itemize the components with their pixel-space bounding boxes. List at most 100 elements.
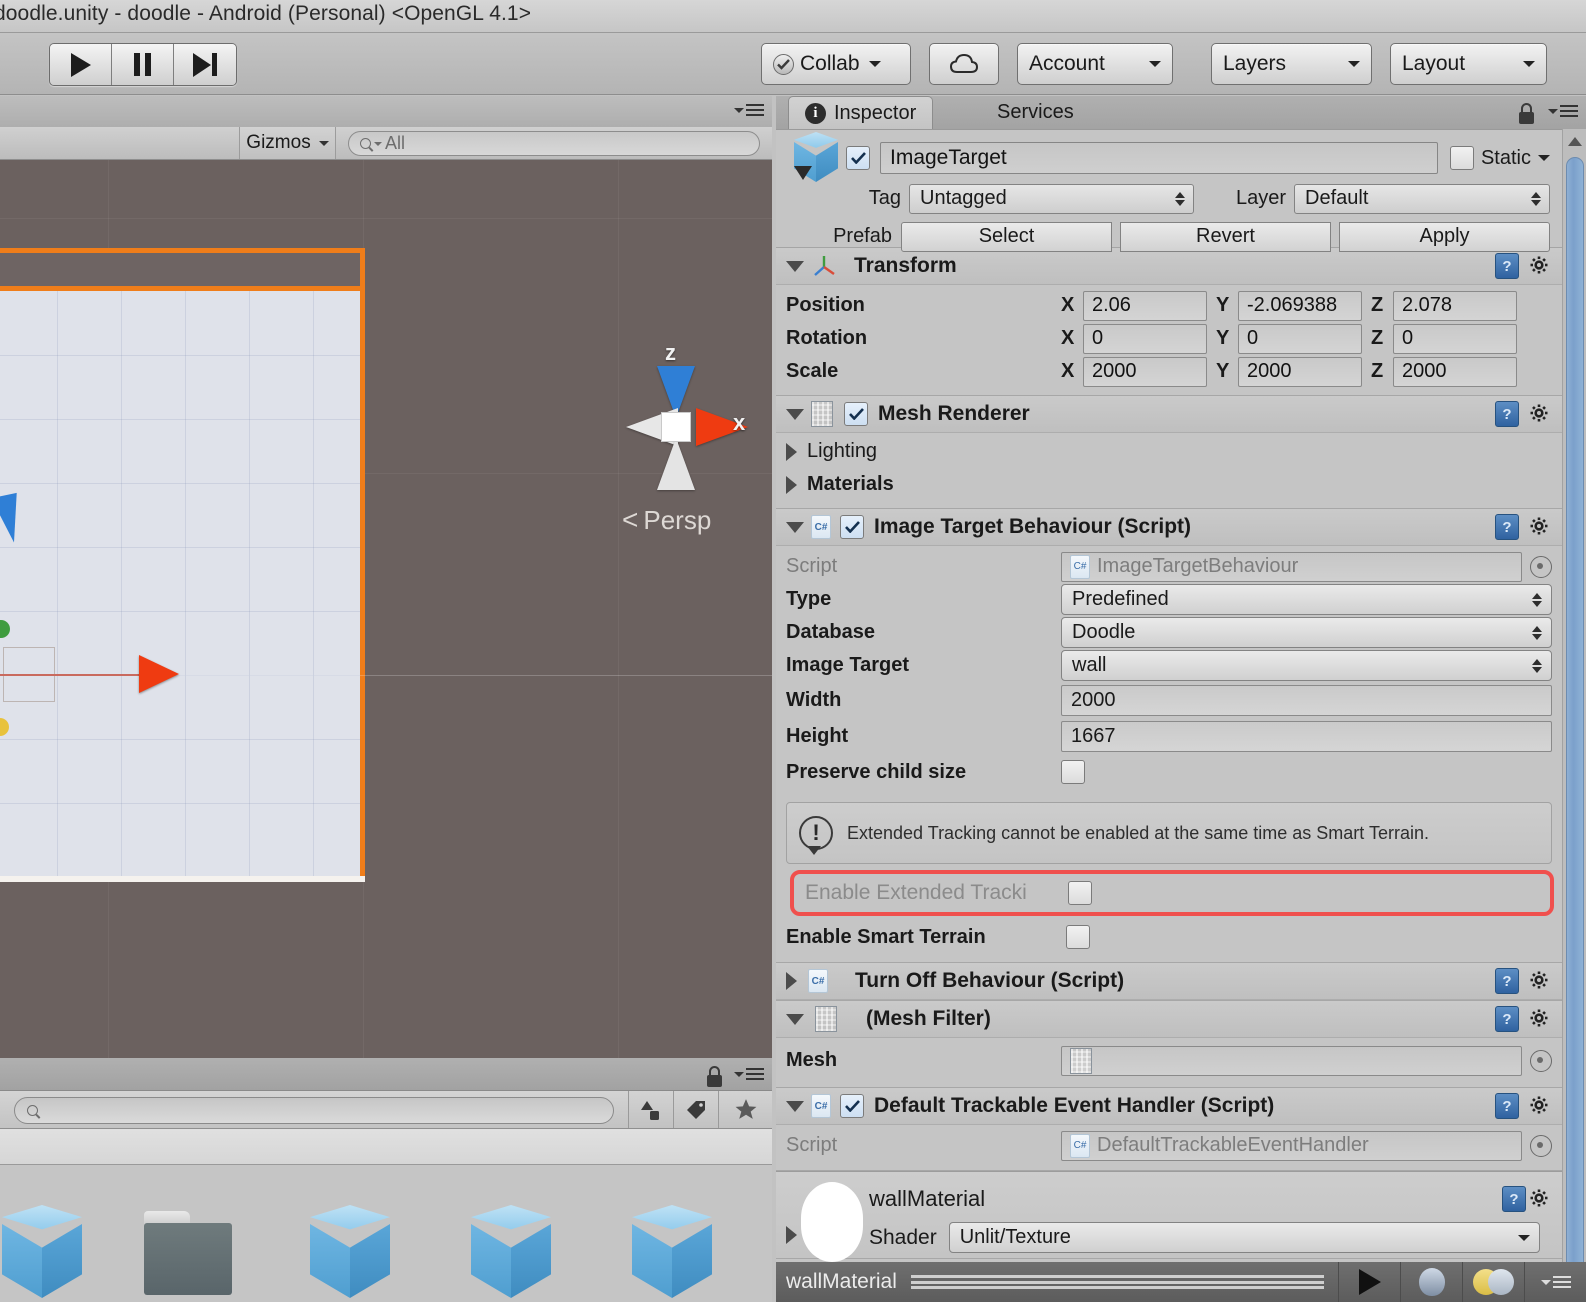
static-checkbox[interactable]: [1449, 146, 1474, 170]
layers-button[interactable]: Layers: [1211, 43, 1372, 85]
chevron-down-icon[interactable]: [786, 260, 804, 272]
inspector-lock-icon[interactable]: [1518, 103, 1536, 125]
label-filter-button[interactable]: [673, 1091, 717, 1128]
rotation-x-input[interactable]: 0: [1083, 323, 1207, 354]
layer-dropdown[interactable]: Default: [1294, 183, 1550, 214]
inspector-menu-icon[interactable]: [1548, 105, 1578, 117]
inspector-scrollbar[interactable]: [1562, 129, 1586, 1302]
help-icon[interactable]: ?: [1495, 253, 1519, 279]
chevron-down-icon[interactable]: [786, 1013, 804, 1025]
rotation-y-input[interactable]: 0: [1238, 323, 1362, 354]
image-target-dropdown[interactable]: wall: [1061, 650, 1552, 681]
script-object-field[interactable]: C# ImageTargetBehaviour: [1061, 551, 1522, 582]
position-x-input[interactable]: 2.06: [1083, 290, 1207, 321]
gear-icon[interactable]: [1526, 514, 1552, 540]
transform-header[interactable]: Transform ?: [776, 248, 1562, 285]
account-button[interactable]: Account: [1017, 43, 1173, 85]
scale-y-input[interactable]: 2000: [1238, 356, 1362, 387]
gear-icon[interactable]: [1526, 1006, 1552, 1032]
compass-center-cube[interactable]: [661, 412, 691, 442]
compass-negative-z-cone[interactable]: [657, 438, 695, 490]
asset-item[interactable]: [461, 1205, 565, 1302]
scene-view-compass[interactable]: z x < Persp: [604, 340, 748, 540]
step-button[interactable]: [174, 44, 236, 85]
chevron-right-icon[interactable]: [786, 442, 797, 461]
image-target-behaviour-enabled-checkbox[interactable]: [840, 515, 864, 539]
gameobject-name-input[interactable]: ImageTarget: [880, 142, 1438, 174]
project-menu-icon[interactable]: [734, 1068, 764, 1080]
prefab-select-button[interactable]: Select: [901, 221, 1112, 252]
gear-icon[interactable]: [1526, 1093, 1552, 1119]
width-input[interactable]: 2000: [1061, 684, 1552, 716]
preserve-child-size-checkbox[interactable]: [1061, 760, 1085, 784]
turn-off-behaviour-header[interactable]: C# Turn Off Behaviour (Script) ?: [776, 963, 1562, 1000]
preview-play-button[interactable]: [1338, 1262, 1400, 1302]
cloud-button[interactable]: [929, 43, 999, 85]
chevron-down-icon[interactable]: [786, 1100, 804, 1112]
gear-icon[interactable]: [1526, 253, 1552, 279]
prefab-apply-button[interactable]: Apply: [1339, 221, 1550, 252]
scale-z-input[interactable]: 2000: [1393, 356, 1517, 387]
position-z-input[interactable]: 2.078: [1393, 290, 1517, 321]
object-filter-button[interactable]: [628, 1091, 672, 1128]
object-picker-icon[interactable]: [1530, 1134, 1552, 1157]
scene-search-input[interactable]: All: [348, 131, 760, 156]
chevron-right-icon[interactable]: [786, 475, 797, 494]
rotation-z-input[interactable]: 0: [1393, 323, 1517, 354]
materials-foldout[interactable]: Materials: [786, 468, 1552, 501]
project-asset-grid[interactable]: [0, 1165, 772, 1302]
tab-services[interactable]: Services: [981, 96, 1090, 129]
database-dropdown[interactable]: Doodle: [1061, 617, 1552, 648]
inspector-scrollbar-thumb[interactable]: [1566, 157, 1584, 1282]
tag-dropdown[interactable]: Untagged: [909, 183, 1194, 214]
handler-script-object-field[interactable]: C# DefaultTrackableEventHandler: [1061, 1130, 1522, 1161]
mesh-filter-header[interactable]: (Mesh Filter) ?: [776, 1001, 1562, 1038]
chevron-right-icon[interactable]: [786, 972, 797, 990]
help-icon[interactable]: ?: [1495, 1093, 1519, 1119]
help-icon[interactable]: ?: [1495, 1006, 1519, 1032]
scene-viewport[interactable]: z x < Persp: [0, 160, 772, 1160]
asset-item[interactable]: [300, 1205, 404, 1302]
preview-drag-handle[interactable]: [910, 1275, 1324, 1289]
height-input[interactable]: 1667: [1061, 720, 1552, 752]
preview-menu-button[interactable]: [1524, 1262, 1586, 1302]
gameobject-enabled-checkbox[interactable]: [846, 146, 870, 170]
position-y-input[interactable]: -2.069388: [1238, 290, 1362, 321]
scroll-up-arrow-icon[interactable]: [1568, 137, 1582, 146]
layout-button[interactable]: Layout: [1390, 43, 1547, 85]
chevron-down-icon[interactable]: [786, 408, 804, 420]
pause-button[interactable]: [112, 44, 174, 85]
shader-dropdown[interactable]: Unlit/Texture: [948, 1222, 1540, 1253]
projection-toggle[interactable]: < Persp: [622, 504, 711, 536]
asset-item[interactable]: [0, 1205, 96, 1302]
tab-inspector[interactable]: i Inspector: [788, 96, 934, 129]
gear-icon[interactable]: [1526, 1186, 1552, 1212]
chevron-right-icon[interactable]: [786, 1226, 797, 1244]
gear-icon[interactable]: [1526, 401, 1552, 427]
gear-icon[interactable]: [1526, 968, 1552, 994]
help-icon[interactable]: ?: [1495, 968, 1519, 994]
object-picker-icon[interactable]: [1530, 555, 1552, 578]
help-icon[interactable]: ?: [1495, 401, 1519, 427]
play-button[interactable]: [50, 44, 112, 85]
asset-item[interactable]: [140, 1205, 244, 1302]
mesh-renderer-enabled-checkbox[interactable]: [844, 402, 868, 426]
asset-item[interactable]: [622, 1205, 726, 1302]
help-icon[interactable]: ?: [1495, 514, 1519, 540]
type-dropdown[interactable]: Predefined: [1061, 584, 1552, 615]
collab-button[interactable]: Collab: [761, 43, 911, 85]
default-trackable-event-handler-enabled-checkbox[interactable]: [840, 1094, 864, 1118]
help-icon[interactable]: ?: [1502, 1186, 1526, 1212]
mesh-object-field[interactable]: [1061, 1045, 1522, 1076]
image-target-behaviour-header[interactable]: C# Image Target Behaviour (Script) ?: [776, 509, 1562, 546]
prefab-revert-button[interactable]: Revert: [1120, 221, 1331, 252]
mesh-renderer-header[interactable]: Mesh Renderer ?: [776, 396, 1562, 433]
project-lock-icon[interactable]: [706, 1066, 724, 1088]
favorite-filter-button[interactable]: [718, 1091, 772, 1128]
default-trackable-event-handler-header[interactable]: C# Default Trackable Event Handler (Scri…: [776, 1088, 1562, 1125]
gizmos-dropdown[interactable]: Gizmos: [239, 127, 336, 159]
move-gizmo-x-arrow[interactable]: [139, 655, 179, 693]
object-picker-icon[interactable]: [1530, 1049, 1552, 1072]
enable-extended-tracking-checkbox[interactable]: [1068, 881, 1092, 905]
lighting-foldout[interactable]: Lighting: [786, 435, 1552, 468]
